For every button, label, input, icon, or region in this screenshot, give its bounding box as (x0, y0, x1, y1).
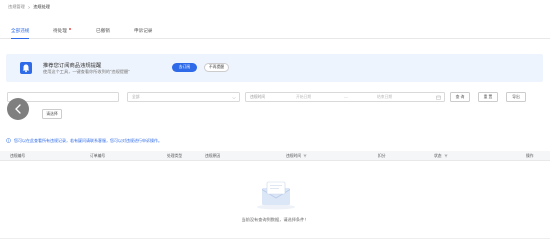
tab-revoked[interactable]: 已撤销 (96, 28, 110, 39)
column-header-sortable[interactable]: 违规时间 (286, 151, 307, 161)
breadcrumb-separator: > (27, 4, 31, 10)
banner-description: 使用这个工具，一键查看你所收到的“违规提醒” (43, 69, 130, 74)
column-header: 违规编号 (10, 151, 25, 161)
column-header: 处理类型 (167, 151, 182, 161)
date-end-placeholder: 结束日期 (377, 94, 393, 99)
column-header-label: 操作 (526, 153, 534, 158)
status-select-button[interactable]: 请选择 (42, 109, 62, 119)
tab-label: 已撤销 (96, 28, 110, 33)
banner-title: 推荐您订阅商品违规提醒 (43, 63, 102, 69)
column-header-label: 状态 (434, 153, 442, 158)
empty-inbox-icon (257, 181, 295, 210)
column-header: 订单编号 (90, 151, 105, 161)
breadcrumb-parent[interactable]: 违规管理 (8, 4, 25, 10)
chevron-down-icon (232, 96, 236, 99)
column-header-label: 违规时间 (286, 153, 302, 158)
column-header-label: 违规原因 (205, 153, 221, 158)
reset-button[interactable]: 重 置 (478, 92, 498, 102)
date-range-label: 违规时间 (250, 94, 266, 99)
bell-icon (20, 62, 32, 74)
breadcrumb-current: 违规处理 (33, 4, 50, 9)
column-header: 扣分 (378, 151, 386, 161)
tab-label: 待处理 (53, 28, 67, 33)
tab-pending[interactable]: 待处理 (53, 28, 71, 39)
filter-icon[interactable] (303, 154, 307, 158)
info-text[interactable]: 您可以在此查看所有违规记录，若有疑问请联系客服，您可以对违规进行申诉操作。 (14, 138, 162, 144)
column-header-label: 处理类型 (167, 153, 183, 158)
filter-type-value: 全部 (132, 94, 140, 99)
info-tip: 您可以在此查看所有违规记录，若有疑问请联系客服，您可以对违规进行申诉操作。 (6, 137, 162, 144)
tab-all-violations[interactable]: 全部违规 (11, 28, 30, 39)
tab-label: 全部违规 (11, 28, 30, 33)
tab-bar: 全部违规 待处理 已撤销 申诉记录 (0, 25, 550, 39)
filter-icon[interactable] (443, 154, 448, 158)
tab-label: 申诉记录 (134, 28, 153, 33)
empty-state-text: 当前没有查询到数据，请选择条件！ (241, 217, 309, 222)
chevron-left-icon (15, 104, 21, 114)
column-header: 违规原因 (205, 151, 220, 161)
breadcrumb: 违规管理 > 违规处理 (8, 3, 50, 11)
tab-appeal-records[interactable]: 申诉记录 (134, 28, 152, 39)
divider (0, 238, 550, 239)
back-nav-button[interactable] (7, 98, 29, 120)
column-header: 操作 (526, 151, 534, 161)
date-range-separator: — (344, 95, 348, 99)
filter-type-select[interactable]: 全部 (127, 92, 240, 102)
column-header-sortable[interactable]: 状态 (434, 151, 448, 161)
table-header: 违规编号 订单编号 处理类型 违规原因 违规时间 扣分 状态 操作 (0, 151, 550, 161)
column-header-label: 扣分 (378, 153, 386, 158)
subscribe-banner: 推荐您订阅商品违规提醒 使用这个工具，一键查看你所收到的“违规提醒” (6, 54, 543, 82)
calendar-icon (436, 95, 441, 100)
subscribe-button[interactable]: 去订阅 (172, 63, 197, 72)
column-header-label: 订单编号 (90, 153, 106, 158)
dismiss-reminder-button[interactable]: 不再提醒 (204, 63, 229, 72)
info-icon (6, 138, 11, 143)
tab-badge-dot (68, 28, 71, 30)
search-button[interactable]: 查 询 (450, 92, 470, 102)
date-range-picker[interactable]: 违规时间 开始日期 — 结束日期 (245, 92, 445, 102)
column-header-label: 违规编号 (10, 153, 26, 158)
export-button[interactable]: 导出 (506, 92, 526, 102)
date-start-placeholder: 开始日期 (296, 94, 312, 99)
